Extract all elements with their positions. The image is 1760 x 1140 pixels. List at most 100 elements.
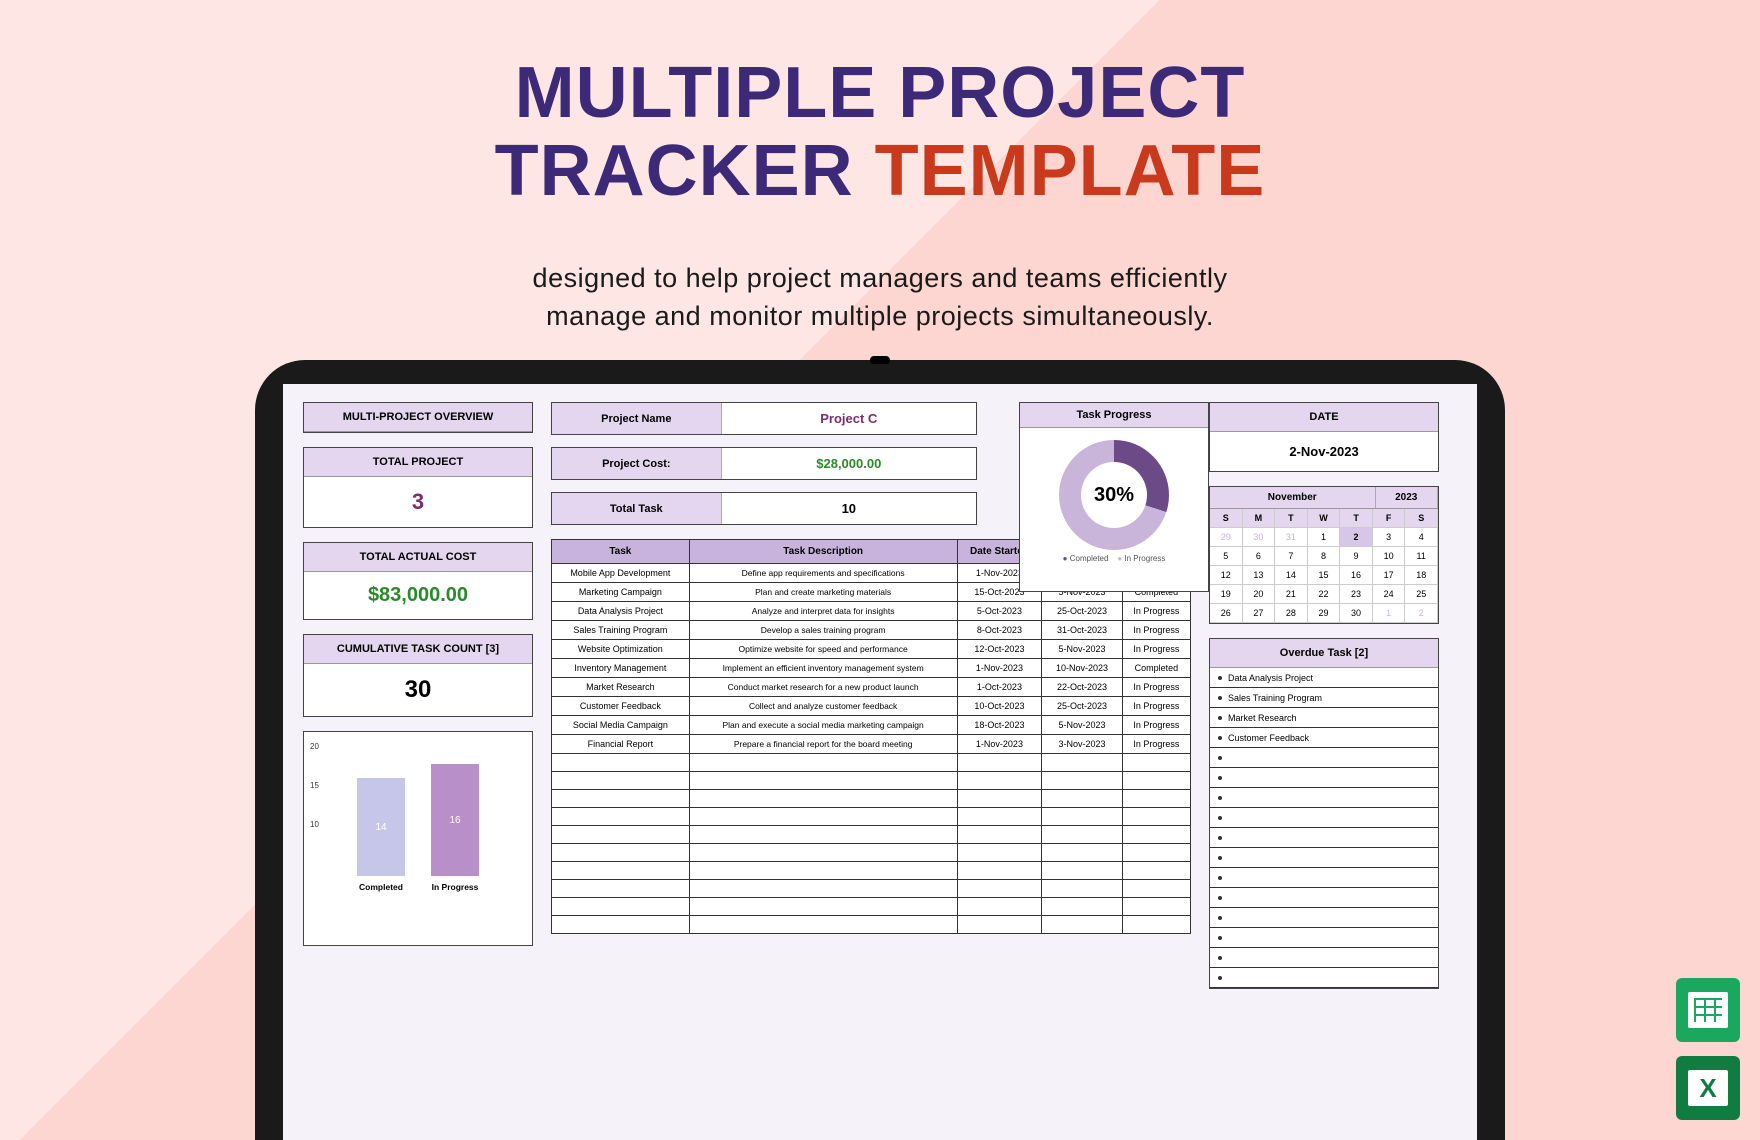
- overdue-item: [1210, 968, 1438, 988]
- calendar-day[interactable]: 3: [1373, 528, 1406, 547]
- table-row[interactable]: Customer FeedbackCollect and analyze cus…: [552, 697, 1191, 716]
- table-row[interactable]: [552, 898, 1191, 916]
- calendar-day[interactable]: 16: [1340, 566, 1373, 585]
- calendar-day[interactable]: 7: [1275, 547, 1308, 566]
- table-row[interactable]: [552, 880, 1191, 898]
- calendar-day[interactable]: 22: [1308, 585, 1341, 604]
- calendar-day[interactable]: 2: [1405, 604, 1438, 623]
- overdue-card: Overdue Task [2] Data Analysis ProjectSa…: [1209, 638, 1439, 989]
- calendar-day[interactable]: 4: [1405, 528, 1438, 547]
- project-cost-value: $28,000.00: [722, 448, 976, 479]
- calendar-day[interactable]: 30: [1243, 528, 1276, 547]
- overdue-item: [1210, 788, 1438, 808]
- calendar-day[interactable]: 18: [1405, 566, 1438, 585]
- project-cost-label: Project Cost:: [552, 448, 722, 479]
- excel-icon[interactable]: [1676, 1056, 1740, 1120]
- overdue-item: [1210, 848, 1438, 868]
- table-row[interactable]: [552, 826, 1191, 844]
- calendar-day[interactable]: 23: [1340, 585, 1373, 604]
- calendar-day[interactable]: 28: [1275, 604, 1308, 623]
- overdue-item: [1210, 928, 1438, 948]
- total-cost-value: $83,000.00: [304, 572, 532, 619]
- cumulative-task-card: CUMULATIVE TASK COUNT [3] 30: [303, 634, 533, 717]
- title-line-1: MULTIPLE PROJECT: [0, 55, 1760, 133]
- calendar-day[interactable]: 1: [1373, 604, 1406, 623]
- table-row[interactable]: [552, 754, 1191, 772]
- title-line-2: TRACKER TEMPLATE: [0, 133, 1760, 211]
- calendar-day[interactable]: 30: [1340, 604, 1373, 623]
- calendar[interactable]: November 2023 SMTWTFS 293031123456789101…: [1209, 486, 1439, 624]
- overdue-item: [1210, 908, 1438, 928]
- calendar-dow: S: [1405, 509, 1438, 528]
- tablet-camera: [870, 356, 890, 364]
- table-row[interactable]: Website OptimizationOptimize website for…: [552, 640, 1191, 659]
- overdue-item: [1210, 868, 1438, 888]
- task-progress-title: Task Progress: [1020, 403, 1208, 428]
- calendar-day[interactable]: 27: [1243, 604, 1276, 623]
- tablet-frame: MULTI-PROJECT OVERVIEW TOTAL PROJECT 3 T…: [255, 360, 1505, 1140]
- project-name-label: Project Name: [552, 403, 722, 434]
- table-row[interactable]: [552, 862, 1191, 880]
- project-name-value[interactable]: Project C: [722, 403, 976, 434]
- calendar-day[interactable]: 11: [1405, 547, 1438, 566]
- calendar-day[interactable]: 15: [1308, 566, 1341, 585]
- table-row[interactable]: [552, 790, 1191, 808]
- total-project-label: TOTAL PROJECT: [304, 448, 532, 477]
- google-sheets-icon[interactable]: [1676, 978, 1740, 1042]
- chart-bar: 14Completed: [357, 778, 405, 892]
- calendar-day[interactable]: 29: [1308, 604, 1341, 623]
- calendar-day[interactable]: 31: [1275, 528, 1308, 547]
- table-row[interactable]: [552, 844, 1191, 862]
- calendar-day[interactable]: 20: [1243, 585, 1276, 604]
- table-row[interactable]: Inventory ManagementImplement an efficie…: [552, 659, 1191, 678]
- task-table[interactable]: TaskTask DescriptionDate StartedDate to …: [551, 539, 1191, 934]
- calendar-dow: W: [1308, 509, 1341, 528]
- table-row[interactable]: Market ResearchConduct market research f…: [552, 678, 1191, 697]
- calendar-dow: M: [1243, 509, 1276, 528]
- subtitle: designed to help project managers and te…: [0, 260, 1760, 336]
- calendar-day[interactable]: 5: [1210, 547, 1243, 566]
- table-row[interactable]: Data Analysis ProjectAnalyze and interpr…: [552, 602, 1191, 621]
- calendar-day[interactable]: 26: [1210, 604, 1243, 623]
- calendar-day[interactable]: 14: [1275, 566, 1308, 585]
- table-row[interactable]: [552, 916, 1191, 934]
- total-cost-card: TOTAL ACTUAL COST $83,000.00: [303, 542, 533, 620]
- calendar-day[interactable]: 1: [1308, 528, 1341, 547]
- overview-header-card: MULTI-PROJECT OVERVIEW: [303, 402, 533, 433]
- calendar-day[interactable]: 6: [1243, 547, 1276, 566]
- table-row[interactable]: Financial ReportPrepare a financial repo…: [552, 735, 1191, 754]
- spreadsheet-screen: MULTI-PROJECT OVERVIEW TOTAL PROJECT 3 T…: [283, 384, 1477, 1140]
- date-label: DATE: [1210, 403, 1438, 432]
- table-row[interactable]: Sales Training ProgramDevelop a sales tr…: [552, 621, 1191, 640]
- overdue-item: Sales Training Program: [1210, 688, 1438, 708]
- date-card: DATE 2-Nov-2023: [1209, 402, 1439, 472]
- ytick: 15: [310, 781, 319, 790]
- total-task-box: Total Task 10: [551, 492, 977, 525]
- calendar-day[interactable]: 19: [1210, 585, 1243, 604]
- ytick: 20: [310, 742, 319, 751]
- calendar-day[interactable]: 9: [1340, 547, 1373, 566]
- calendar-day[interactable]: 21: [1275, 585, 1308, 604]
- calendar-day[interactable]: 25: [1405, 585, 1438, 604]
- calendar-day[interactable]: 12: [1210, 566, 1243, 585]
- calendar-day[interactable]: 13: [1243, 566, 1276, 585]
- total-project-card: TOTAL PROJECT 3: [303, 447, 533, 528]
- calendar-dow: S: [1210, 509, 1243, 528]
- calendar-day[interactable]: 24: [1373, 585, 1406, 604]
- calendar-day[interactable]: 29: [1210, 528, 1243, 547]
- table-row[interactable]: [552, 808, 1191, 826]
- calendar-year: 2023: [1376, 487, 1439, 508]
- calendar-day[interactable]: 10: [1373, 547, 1406, 566]
- table-row[interactable]: [552, 772, 1191, 790]
- overdue-item: Customer Feedback: [1210, 728, 1438, 748]
- donut-value: 30%: [1059, 440, 1169, 550]
- calendar-day[interactable]: 2: [1340, 528, 1373, 547]
- calendar-day[interactable]: 17: [1373, 566, 1406, 585]
- chart-bars: 14Completed16In Progress: [312, 752, 524, 892]
- table-row[interactable]: Social Media CampaignPlan and execute a …: [552, 716, 1191, 735]
- task-bar-chart: 20 15 10 14Completed16In Progress: [303, 731, 533, 946]
- calendar-day[interactable]: 8: [1308, 547, 1341, 566]
- donut-chart: 30%: [1059, 440, 1169, 550]
- overdue-header: Overdue Task [2]: [1210, 639, 1438, 668]
- cumulative-task-label: CUMULATIVE TASK COUNT [3]: [304, 635, 532, 664]
